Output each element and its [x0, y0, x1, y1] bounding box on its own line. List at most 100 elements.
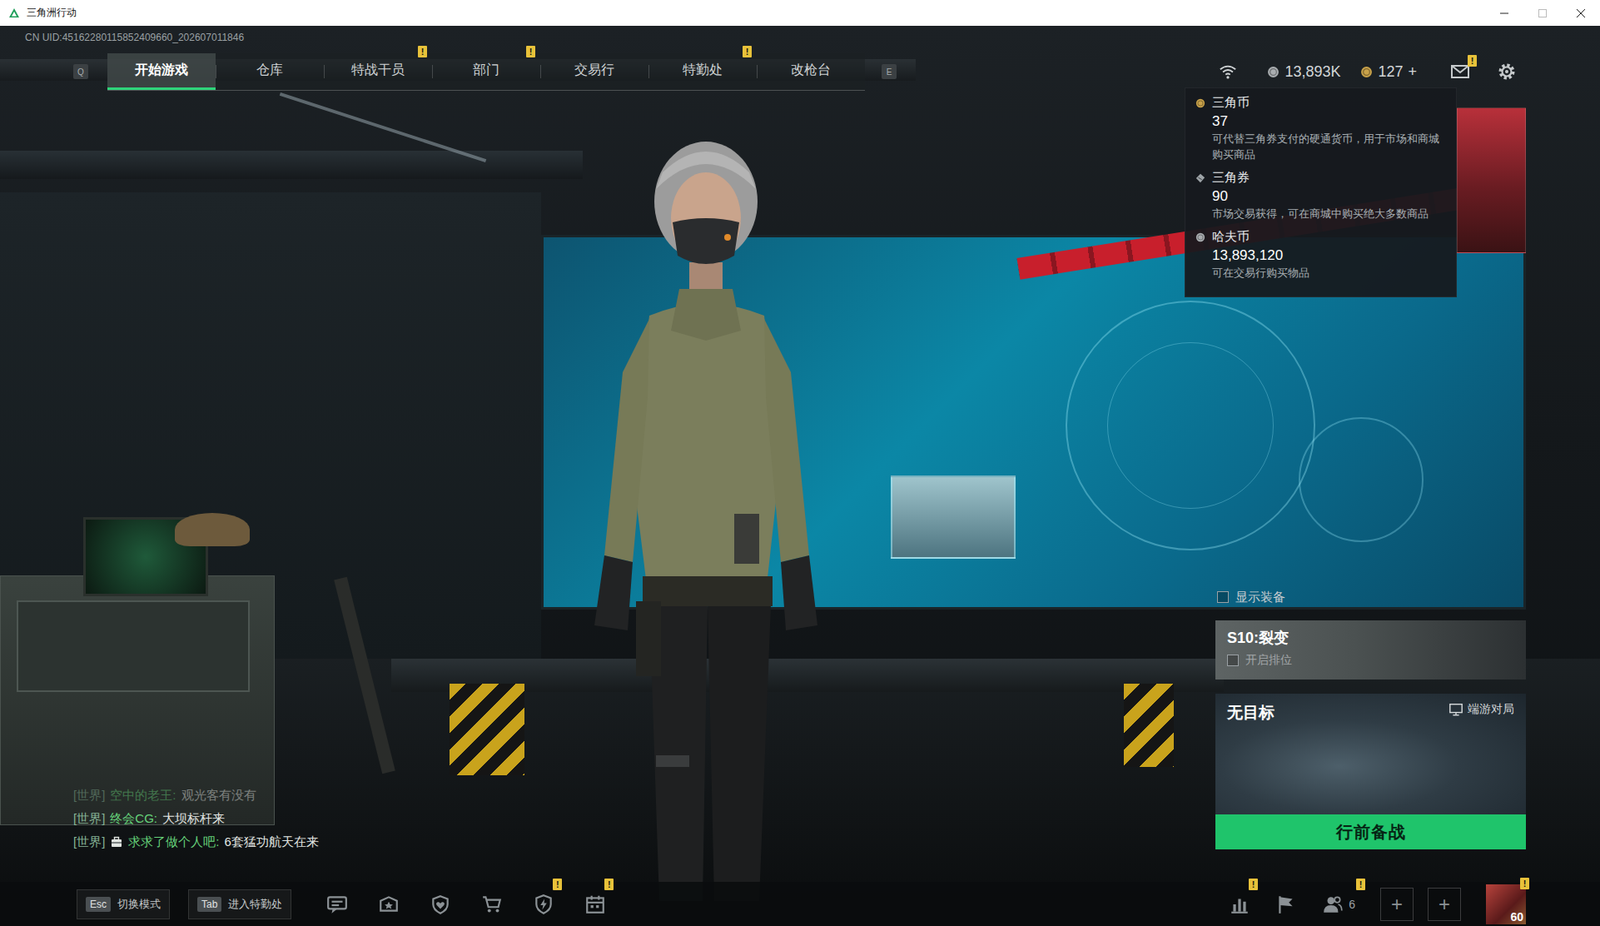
operator-character — [724, 233, 731, 241]
invite-slot[interactable]: + — [1380, 887, 1414, 921]
close-icon[interactable] — [1575, 8, 1586, 19]
shortcut-button[interactable]: Esc切换模式 — [76, 889, 170, 920]
close-button[interactable] — [1561, 0, 1600, 26]
calendar-icon[interactable] — [591, 894, 593, 900]
shortcut-button[interactable]: Tab进入特勤处 — [188, 889, 292, 920]
tool-button[interactable]: ! — [532, 893, 555, 915]
people-icon[interactable] — [1334, 896, 1341, 903]
settings-gear-icon[interactable] — [1505, 69, 1509, 74]
settings-gear-icon[interactable] — [1496, 61, 1517, 82]
lightning-shield-icon[interactable] — [541, 898, 548, 910]
flag-icon[interactable] — [1275, 893, 1297, 915]
nav-tab[interactable]: 开始游戏 — [107, 53, 216, 90]
calendar-icon[interactable] — [598, 894, 601, 900]
show-gear-toggle[interactable]: 显示装备 — [1215, 587, 1526, 607]
checkbox[interactable] — [1217, 591, 1229, 603]
people-icon[interactable] — [1323, 904, 1338, 913]
wallet-item[interactable]: 127+ — [1360, 63, 1417, 81]
people-icon[interactable] — [1321, 893, 1344, 915]
shop-cart-icon[interactable] — [481, 893, 503, 915]
add-currency-button[interactable]: + — [1407, 63, 1417, 81]
minimize-icon[interactable] — [1500, 12, 1509, 14]
settings-gear-icon[interactable] — [1502, 67, 1512, 77]
minimize-icon[interactable] — [1499, 8, 1510, 19]
mode-card[interactable]: 无目标端游对局 — [1215, 693, 1526, 815]
shop-cart-icon[interactable] — [496, 908, 500, 912]
people-icon[interactable] — [1321, 893, 1344, 915]
settings-gear-icon[interactable] — [1500, 65, 1514, 79]
calendar-icon[interactable] — [587, 900, 605, 903]
checkbox[interactable] — [1227, 654, 1239, 666]
shop-cart-icon[interactable] — [483, 896, 502, 907]
tool-button[interactable] — [1275, 893, 1297, 915]
minimize-icon[interactable] — [1499, 8, 1510, 19]
stats-icon[interactable] — [1243, 900, 1247, 911]
season-card[interactable]: S10:裂变开启排位 — [1215, 620, 1526, 680]
supply-box-icon[interactable] — [377, 893, 400, 915]
calendar-icon[interactable] — [584, 893, 607, 915]
supply-box-icon[interactable] — [377, 893, 400, 915]
nav-tab[interactable]: 特战干员! — [323, 53, 433, 90]
mail-icon[interactable] — [1451, 65, 1469, 73]
stats-icon[interactable] — [1228, 893, 1251, 915]
close-icon[interactable] — [1576, 9, 1586, 18]
chat-icon[interactable] — [326, 893, 348, 915]
minimize-button[interactable] — [1485, 0, 1524, 26]
shop-cart-icon[interactable] — [481, 893, 503, 915]
profile-avatar[interactable]: 60! — [1485, 884, 1526, 925]
shop-cart-icon[interactable] — [487, 908, 492, 912]
chat-icon[interactable] — [332, 904, 340, 906]
flag-icon[interactable] — [1280, 896, 1293, 906]
heart-shield-icon[interactable] — [436, 901, 445, 909]
close-icon[interactable] — [1575, 8, 1586, 19]
people-icon[interactable] — [1338, 904, 1342, 911]
heart-shield-icon[interactable] — [429, 893, 452, 915]
close-icon[interactable] — [1576, 9, 1586, 18]
wallet-item[interactable]: 13,893K — [1267, 63, 1341, 81]
tool-button[interactable] — [429, 893, 452, 915]
mail-button[interactable]: ! — [1450, 61, 1471, 82]
maximize-icon[interactable] — [1539, 9, 1547, 17]
lightning-shield-icon[interactable] — [532, 893, 555, 915]
lightning-shield-icon[interactable] — [532, 893, 555, 915]
tool-button[interactable] — [377, 893, 400, 915]
heart-shield-icon[interactable] — [433, 895, 448, 914]
ranked-toggle[interactable]: 开启排位 — [1227, 652, 1515, 668]
tool-button[interactable] — [326, 893, 348, 915]
flag-icon[interactable] — [1275, 893, 1297, 915]
tool-button[interactable]: ! — [584, 893, 607, 915]
heart-shield-icon[interactable] — [429, 893, 452, 915]
maximize-icon[interactable] — [1537, 8, 1548, 19]
supply-box-icon[interactable] — [381, 896, 398, 910]
nav-tab[interactable]: 改枪台 — [756, 53, 865, 90]
lightning-shield-icon[interactable] — [536, 894, 552, 914]
chat-icon[interactable] — [328, 896, 348, 909]
nav-tab[interactable]: 部门! — [432, 53, 541, 90]
nav-tab[interactable]: 仓库 — [215, 53, 324, 90]
nav-tab[interactable]: 特勤处! — [648, 53, 757, 90]
invite-slot[interactable]: + — [1427, 887, 1461, 921]
start-button[interactable]: 行前备战 — [1215, 814, 1526, 850]
calendar-icon[interactable] — [587, 897, 605, 912]
team-button[interactable]: 6! — [1321, 893, 1356, 915]
operator-character — [636, 601, 661, 676]
calendar-icon[interactable] — [591, 904, 594, 908]
maximize-button[interactable] — [1523, 0, 1562, 26]
stats-icon[interactable] — [1228, 893, 1251, 915]
calendar-icon[interactable] — [584, 893, 607, 915]
settings-gear-icon[interactable] — [1496, 61, 1517, 82]
tool-button[interactable]: ! — [1228, 893, 1251, 915]
people-icon[interactable] — [1327, 896, 1336, 905]
chat-icon[interactable] — [332, 899, 343, 902]
maximize-icon[interactable] — [1537, 8, 1548, 19]
stats-icon[interactable] — [1238, 898, 1242, 911]
tool-button[interactable] — [481, 893, 503, 915]
chat-icon[interactable] — [326, 893, 348, 915]
calendar-icon[interactable] — [596, 904, 599, 908]
nav-tab[interactable]: 交易行 — [540, 53, 649, 90]
mail-icon[interactable] — [1451, 65, 1469, 78]
stats-icon[interactable] — [1233, 904, 1237, 912]
chat-icon[interactable] — [332, 908, 338, 913]
stats-icon[interactable] — [1231, 910, 1248, 913]
supply-box-icon[interactable] — [385, 900, 394, 909]
